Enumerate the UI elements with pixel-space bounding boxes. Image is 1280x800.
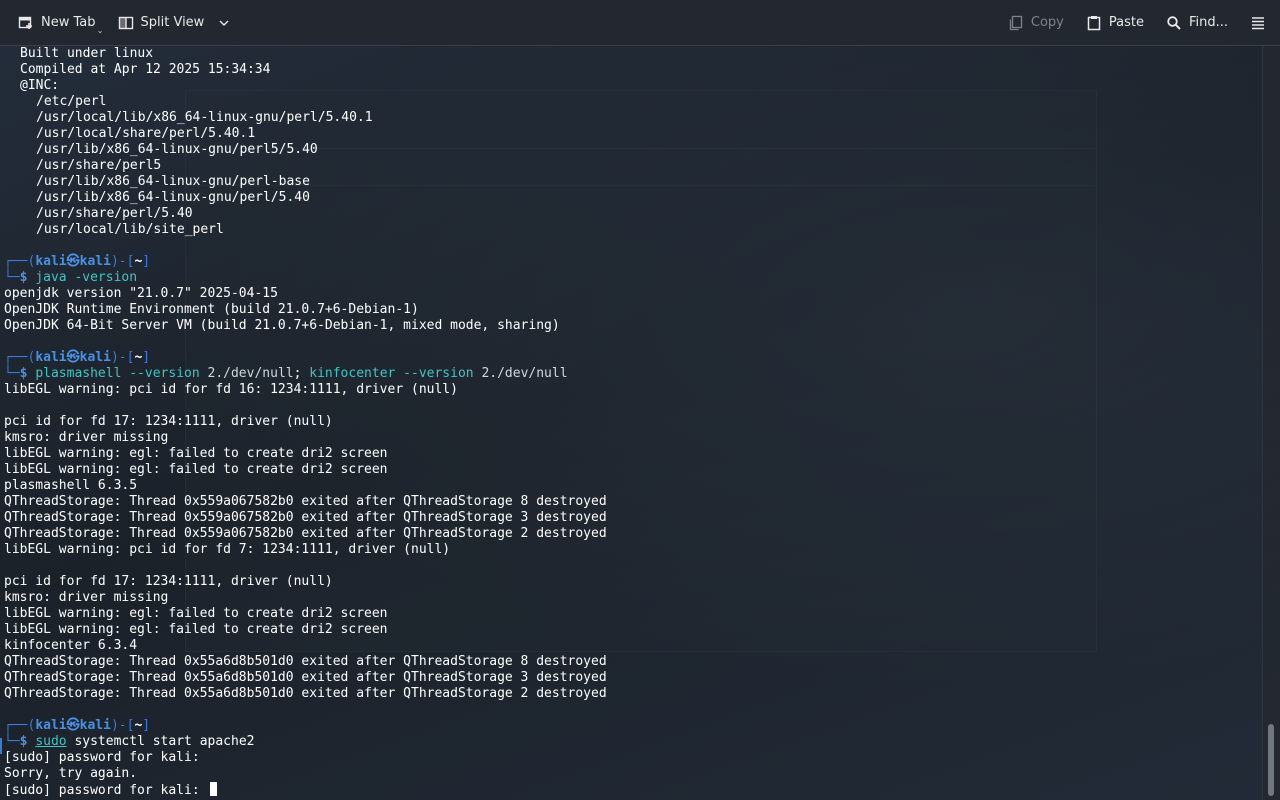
terminal-line: kmsro: driver missing [4,430,169,445]
terminal-line: kmsro: driver missing [4,590,169,605]
password-prompt-text: [sudo] password for kali: [4,783,208,798]
prompt-command-line: └─$ sudo systemctl start apache2 [4,734,255,749]
prompt-user: kali [35,350,67,365]
sudo-command: sudo [35,734,67,749]
split-view-button[interactable]: Split View [112,8,237,38]
find-button[interactable]: Find... [1160,8,1234,38]
prompt-user: kali [35,254,67,269]
terminal-line: QThreadStorage: Thread 0x559a067582b0 ex… [4,494,607,509]
terminal-line: libEGL warning: egl: failed to create dr… [4,462,388,477]
text-cursor [209,782,217,796]
terminal-output[interactable]: Built under linux Compiled at Apr 12 202… [0,46,1262,800]
inc-path-line: /usr/local/lib/site_perl [36,222,224,237]
split-view-label: Split View [140,15,205,30]
inc-path-line: /usr/lib/x86_64-linux-gnu/perl/5.40 [36,190,310,205]
prompt-user: kali [35,718,67,733]
clipboard-icon [1086,15,1102,31]
prompt-top-line: ┌──(kali㉿kali)-[~] [4,718,151,733]
find-label: Find... [1188,15,1228,30]
prompt-host: kali [79,350,111,365]
inc-path-line: /etc/perl [36,94,107,109]
terminal-line: libEGL warning: egl: failed to create dr… [4,622,388,637]
search-icon [1166,15,1182,31]
hamburger-menu-icon [1250,15,1266,31]
password-prompt-line[interactable]: [sudo] password for kali: [4,782,1262,798]
command-name: plasmashell [35,366,122,381]
scrollbar[interactable] [1262,46,1280,800]
terminal-line: QThreadStorage: Thread 0x55a6d8b501d0 ex… [4,670,607,685]
terminal-line: QThreadStorage: Thread 0x559a067582b0 ex… [4,510,607,525]
active-line-marker [0,738,2,754]
prompt-command-line: └─$ plasmashell --version 2./dev/null; k… [4,366,568,381]
terminal-line: libEGL warning: pci id for fd 7: 1234:11… [4,542,451,557]
terminal-line: plasmashell 6.3.5 [4,478,138,493]
new-tab-label: New Tab [41,15,96,30]
terminal-line: QThreadStorage: Thread 0x55a6d8b501d0 ex… [4,686,607,701]
paste-button[interactable]: Paste [1080,8,1150,38]
inc-path-line: /usr/share/perl/5.40 [36,206,193,221]
command-name: systemctl [66,734,145,749]
chevron-down-icon[interactable] [218,17,230,29]
command-name: kinfocenter [309,366,396,381]
prompt-host: kali [79,254,111,269]
terminal-line: Sorry, try again. [4,766,138,781]
terminal-line: pci id for fd 17: 1234:1111, driver (nul… [4,574,333,589]
copy-label: Copy [1030,15,1064,30]
inc-path-line: /usr/lib/x86_64-linux-gnu/perl-base [36,174,310,189]
new-tab-button[interactable]: New Tab ⌄ [12,8,104,38]
copy-button[interactable]: Copy [1002,8,1070,38]
prompt-top-line: ┌──(kali㉿kali)-[~] [4,254,151,269]
terminal-line: libEGL warning: egl: failed to create dr… [4,446,388,461]
inc-path-line: /usr/share/perl5 [36,158,162,173]
hamburger-menu-button[interactable] [1244,8,1272,38]
terminal-line: OpenJDK 64-Bit Server VM (build 21.0.7+6… [4,318,560,333]
terminal-line: Built under linux [20,46,154,61]
terminal-line: QThreadStorage: Thread 0x55a6d8b501d0 ex… [4,654,607,669]
split-view-icon [118,15,134,31]
paste-label: Paste [1108,15,1144,30]
terminal-line: Compiled at Apr 12 2025 15:34:34 [20,62,271,77]
prompt-command-line: └─$ java -version [4,270,138,285]
terminal-line: kinfocenter 6.3.4 [4,638,138,653]
copy-icon [1008,15,1024,31]
new-tab-dropdown-icon[interactable]: ⌄ [97,26,104,35]
prompt-host: kali [79,718,111,733]
terminal-line: OpenJDK Runtime Environment (build 21.0.… [4,302,419,317]
prompt-top-line: ┌──(kali㉿kali)-[~] [4,350,151,365]
terminal-toolbar: New Tab ⌄ Split View Copy Paste Find... [0,0,1280,46]
terminal-line: [sudo] password for kali: [4,750,200,765]
inc-path-line: /usr/local/share/perl/5.40.1 [36,126,256,141]
terminal-line: libEGL warning: egl: failed to create dr… [4,606,388,621]
terminal-line: pci id for fd 17: 1234:1111, driver (nul… [4,414,333,429]
inc-path-line: /usr/local/lib/x86_64-linux-gnu/perl/5.4… [36,110,373,125]
terminal-line: QThreadStorage: Thread 0x559a067582b0 ex… [4,526,607,541]
terminal-line: libEGL warning: pci id for fd 16: 1234:1… [4,382,458,397]
inc-path-line: /usr/lib/x86_64-linux-gnu/perl5/5.40 [36,142,318,157]
terminal-line: @INC: [20,78,60,93]
terminal-line: openjdk version "21.0.7" 2025-04-15 [4,286,278,301]
scrollbar-thumb[interactable] [1268,724,1274,796]
new-tab-icon [18,15,34,31]
command-name: java [35,270,67,285]
